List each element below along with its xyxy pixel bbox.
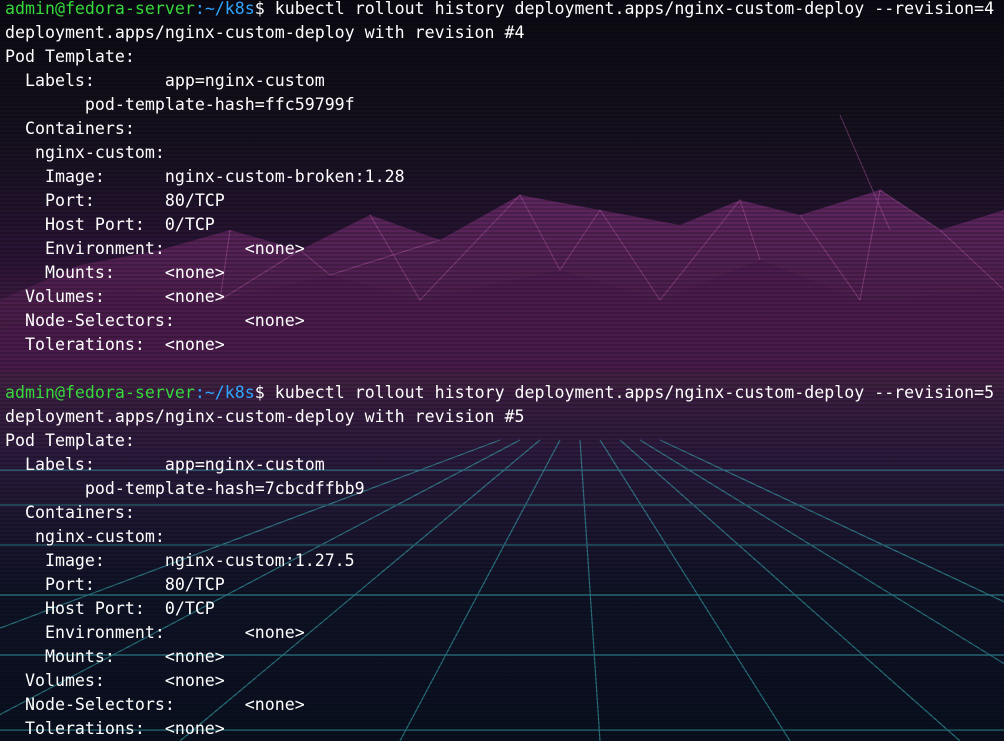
terminal-output: admin@fedora-server:~/k8s$ kubectl rollo… bbox=[5, 0, 994, 741]
output-line: Image: nginx-custom-broken:1.28 bbox=[5, 167, 405, 186]
output-line: Tolerations: <none> bbox=[5, 719, 225, 738]
output-line: Volumes: <none> bbox=[5, 287, 225, 306]
prompt-symbol: $ bbox=[254, 383, 265, 402]
output-line: pod-template-hash=ffc59799f bbox=[5, 95, 355, 114]
prompt-path: :~/k8s bbox=[194, 0, 255, 18]
output-line: Labels: app=nginx-custom bbox=[5, 71, 325, 90]
command-text: kubectl rollout history deployment.apps/… bbox=[274, 383, 995, 402]
output-line: Environment: <none> bbox=[5, 239, 305, 258]
output-line: Labels: app=nginx-custom bbox=[5, 455, 325, 474]
output-line: pod-template-hash=7cbcdffbb9 bbox=[5, 479, 365, 498]
output-line: Tolerations: <none> bbox=[5, 335, 225, 354]
output-line: Mounts: <none> bbox=[5, 263, 225, 282]
output-line: Containers: bbox=[5, 119, 135, 138]
output-line: Port: 80/TCP bbox=[5, 575, 225, 594]
output-line: Environment: <none> bbox=[5, 623, 305, 642]
prompt-line: admin@fedora-server:~/k8s$ kubectl rollo… bbox=[5, 381, 994, 405]
output-line: Volumes: <none> bbox=[5, 671, 225, 690]
output-line: Host Port: 0/TCP bbox=[5, 215, 215, 234]
output-line: nginx-custom: bbox=[5, 527, 165, 546]
prompt-line: admin@fedora-server:~/k8s$ kubectl rollo… bbox=[5, 0, 994, 21]
command-text: kubectl rollout history deployment.apps/… bbox=[274, 0, 995, 18]
output-line: Node-Selectors: <none> bbox=[5, 311, 305, 330]
terminal-window[interactable]: admin@fedora-server:~/k8s$ kubectl rollo… bbox=[0, 0, 1004, 741]
output-line: Pod Template: bbox=[5, 431, 135, 450]
output-line: Node-Selectors: <none> bbox=[5, 695, 305, 714]
output-line: Image: nginx-custom:1.27.5 bbox=[5, 551, 355, 570]
output-line: Containers: bbox=[5, 503, 135, 522]
output-line: Pod Template: bbox=[5, 47, 135, 66]
output-line: Mounts: <none> bbox=[5, 647, 225, 666]
prompt-path: :~/k8s bbox=[194, 383, 255, 402]
output-line: Host Port: 0/TCP bbox=[5, 599, 215, 618]
output-line: Port: 80/TCP bbox=[5, 191, 225, 210]
prompt-user-host: admin@fedora-server bbox=[5, 383, 195, 402]
prompt-symbol: $ bbox=[254, 0, 265, 18]
output-line: deployment.apps/nginx-custom-deploy with… bbox=[5, 407, 525, 426]
output-line: nginx-custom: bbox=[5, 143, 165, 162]
output-line: deployment.apps/nginx-custom-deploy with… bbox=[5, 23, 525, 42]
prompt-user-host: admin@fedora-server bbox=[5, 0, 195, 18]
